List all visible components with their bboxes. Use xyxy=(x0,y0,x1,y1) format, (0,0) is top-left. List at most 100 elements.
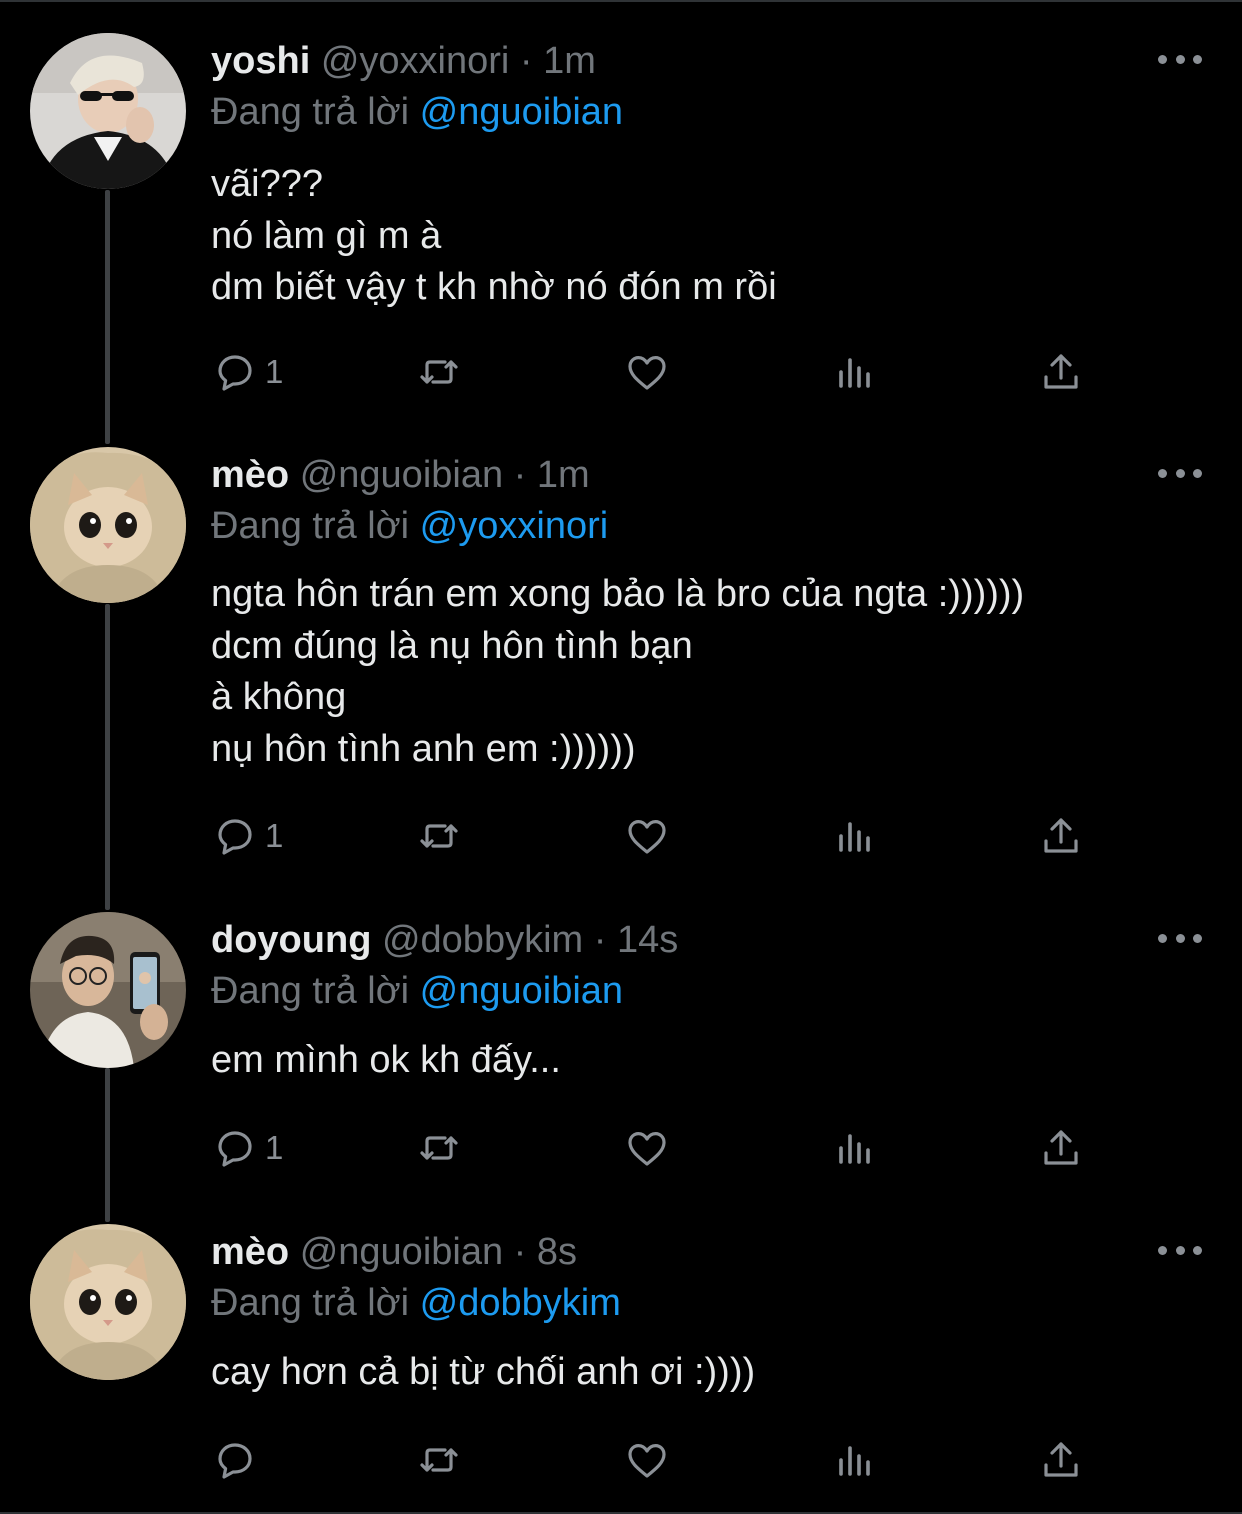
heart-icon xyxy=(628,356,666,390)
heart-icon xyxy=(628,820,666,854)
tweet-header: mèo @nguoibian · 8s xyxy=(211,1228,577,1276)
avatar[interactable] xyxy=(30,912,186,1068)
tweet-header: yoshi @yoxxinori · 1m xyxy=(211,37,596,85)
heart-icon xyxy=(628,1132,666,1166)
retweet-button[interactable] xyxy=(415,810,463,862)
share-button[interactable] xyxy=(1037,810,1085,862)
more-options-icon[interactable] xyxy=(1158,461,1202,485)
mention-link[interactable]: @nguoibian xyxy=(420,970,623,1012)
user-photo-phone-icon xyxy=(30,912,186,1068)
share-button[interactable] xyxy=(1037,346,1085,398)
more-options-icon[interactable] xyxy=(1158,926,1202,950)
reply-count: 1 xyxy=(265,353,284,390)
cat-photo-icon xyxy=(30,1224,186,1380)
retweet-icon xyxy=(420,824,458,848)
like-button[interactable] xyxy=(623,1434,671,1486)
action-bar: 1 xyxy=(211,810,1091,862)
more-options-icon[interactable] xyxy=(1158,47,1202,71)
analytics-icon xyxy=(839,822,870,852)
more-options-icon[interactable] xyxy=(1158,1238,1202,1262)
reply-button[interactable] xyxy=(211,1434,265,1486)
tweet-header: doyoung @dobbykim · 14s xyxy=(211,916,678,964)
replying-to-label: Đang trả lời xyxy=(211,91,410,133)
analytics-icon xyxy=(839,1446,870,1476)
avatar[interactable] xyxy=(30,33,186,189)
mention-link[interactable]: @nguoibian xyxy=(420,91,623,133)
username[interactable]: @nguoibian xyxy=(300,454,503,496)
analytics-icon xyxy=(839,358,870,388)
replying-to: Đang trả lời @nguoibian xyxy=(211,88,623,136)
analytics-button[interactable] xyxy=(831,346,879,398)
reply-icon xyxy=(218,819,252,855)
like-button[interactable] xyxy=(623,346,671,398)
reply-icon xyxy=(218,355,252,391)
cat-photo-icon xyxy=(30,447,186,603)
replying-to: Đang trả lời @yoxxinori xyxy=(211,502,608,550)
tweet-text: vãi??? nó làm gì m à dm biết vậy t kh nh… xyxy=(211,159,777,314)
separator-dot: · xyxy=(513,454,527,496)
share-icon xyxy=(1044,818,1078,853)
display-name[interactable]: mèo xyxy=(211,454,289,496)
retweet-button[interactable] xyxy=(415,1122,463,1174)
tweet-text-line: cay hơn cả bị từ chối anh ơi :)))) xyxy=(211,1351,756,1393)
like-button[interactable] xyxy=(623,1122,671,1174)
analytics-button[interactable] xyxy=(831,1434,879,1486)
analytics-icon xyxy=(839,1134,870,1164)
like-button[interactable] xyxy=(623,810,671,862)
display-name[interactable]: mèo xyxy=(211,1231,289,1273)
timestamp[interactable]: 1m xyxy=(543,40,596,82)
tweet-header: mèo @nguoibian · 1m xyxy=(211,451,590,499)
username[interactable]: @dobbykim xyxy=(382,919,583,961)
tweet[interactable]: mèo @nguoibian · 1m Đang trả lời @yoxxin… xyxy=(0,447,1242,887)
analytics-button[interactable] xyxy=(831,1122,879,1174)
action-bar: 1 xyxy=(211,1122,1091,1174)
avatar[interactable] xyxy=(30,1224,186,1380)
share-icon xyxy=(1044,1442,1078,1477)
replying-to: Đang trả lời @nguoibian xyxy=(211,967,623,1015)
heart-icon xyxy=(628,1444,666,1478)
avatar[interactable] xyxy=(30,447,186,603)
reply-count: 1 xyxy=(265,817,284,854)
tweet[interactable]: mèo @nguoibian · 8s Đang trả lời @dobbyk… xyxy=(0,1224,1242,1514)
tweet-text-line: ngta hôn trán em xong bảo là bro của ngt… xyxy=(211,573,1025,615)
tweet[interactable]: yoshi @yoxxinori · 1m Đang trả lời @nguo… xyxy=(0,33,1242,413)
tweet-text-line: à không xyxy=(211,676,347,718)
replying-to: Đang trả lời @dobbykim xyxy=(211,1279,621,1327)
reply-icon xyxy=(218,1131,252,1167)
timestamp[interactable]: 1m xyxy=(537,454,590,496)
tweet-text: em mình ok kh đấy... xyxy=(211,1035,561,1087)
separator-dot: · xyxy=(593,919,607,961)
timestamp[interactable]: 8s xyxy=(537,1231,577,1273)
reply-button[interactable]: 1 xyxy=(211,1122,283,1174)
tweet-text-line: nó làm gì m à xyxy=(211,214,442,257)
username[interactable]: @yoxxinori xyxy=(321,40,510,82)
analytics-button[interactable] xyxy=(831,810,879,862)
mention-link[interactable]: @dobbykim xyxy=(420,1282,621,1324)
tweet[interactable]: doyoung @dobbykim · 14s Đang trả lời @ng… xyxy=(0,912,1242,1202)
tweet-text: ngta hôn trán em xong bảo là bro của ngt… xyxy=(211,569,1024,775)
retweet-button[interactable] xyxy=(415,1434,463,1486)
tweet-text-line: nụ hôn tình anh em :)))))) xyxy=(211,727,636,770)
mention-link[interactable]: @yoxxinori xyxy=(420,505,609,547)
retweet-icon xyxy=(420,360,458,384)
timestamp[interactable]: 14s xyxy=(617,919,678,961)
reply-count: 1 xyxy=(265,1129,284,1166)
username[interactable]: @nguoibian xyxy=(300,1231,503,1273)
tweet-text: cay hơn cả bị từ chối anh ơi :)))) xyxy=(211,1347,755,1399)
separator-dot: · xyxy=(513,1231,527,1273)
replying-to-label: Đang trả lời xyxy=(211,970,410,1012)
retweet-icon xyxy=(420,1448,458,1472)
share-icon xyxy=(1044,354,1078,389)
action-bar: 1 xyxy=(211,346,1091,398)
retweet-button[interactable] xyxy=(415,346,463,398)
reply-button[interactable]: 1 xyxy=(211,346,283,398)
tweet-text-line: em mình ok kh đấy... xyxy=(211,1039,561,1081)
share-button[interactable] xyxy=(1037,1122,1085,1174)
retweet-icon xyxy=(420,1136,458,1160)
reply-icon xyxy=(218,1443,252,1479)
display-name[interactable]: doyoung xyxy=(211,919,371,961)
action-bar xyxy=(211,1434,1091,1486)
display-name[interactable]: yoshi xyxy=(211,40,310,82)
share-button[interactable] xyxy=(1037,1434,1085,1486)
reply-button[interactable]: 1 xyxy=(211,810,283,862)
